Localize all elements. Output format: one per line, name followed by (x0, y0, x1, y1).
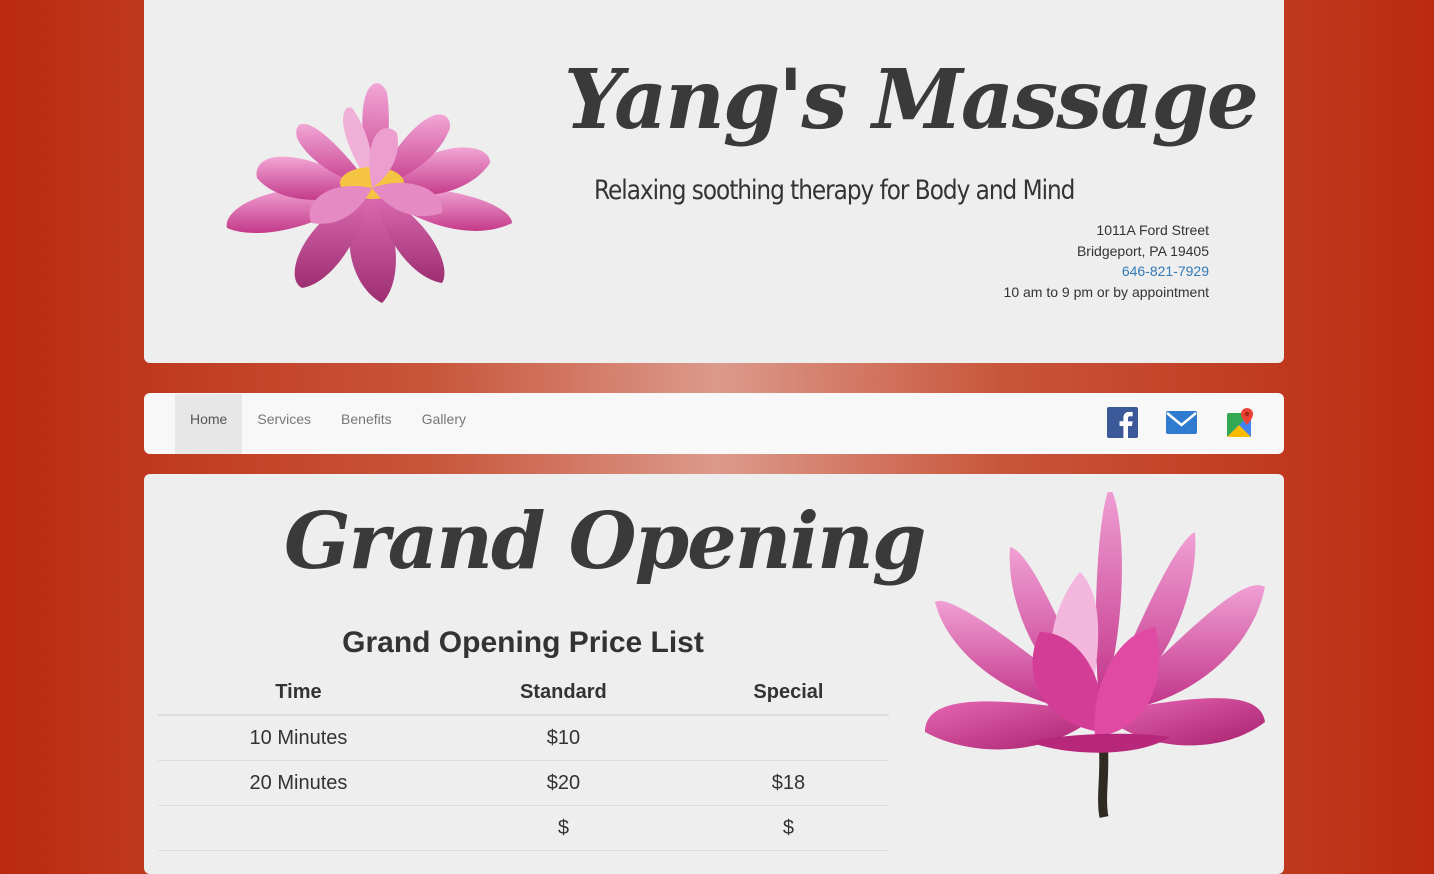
nav-item-home[interactable]: Home (175, 394, 243, 454)
email-icon[interactable] (1166, 407, 1197, 438)
lotus-logo-image (226, 83, 512, 303)
header-panel: Yang's Massage Relaxing soothing therapy… (144, 0, 1284, 363)
column-header: Time (158, 670, 439, 716)
site-title: Yang's Massage (564, 52, 1259, 148)
nav-item-benefits[interactable]: Benefits (326, 394, 407, 454)
table-row: 10 Minutes $10 (158, 715, 889, 761)
address-line2: Bridgeport, PA 19405 (1076, 242, 1209, 259)
table-cell (158, 805, 439, 851)
grand-opening-title: Grand Opening (284, 496, 926, 587)
table-row: $ $ (158, 805, 889, 851)
google-maps-icon[interactable] (1225, 407, 1256, 438)
social-links (1107, 407, 1256, 438)
address-line1: 1011A Ford Street (1096, 222, 1209, 238)
contact-info: 1011A Ford Street Bridgeport, PA 19405 6… (1004, 220, 1209, 302)
nav-item-services[interactable]: Services (242, 394, 326, 454)
table-header-row: Time Standard Special (158, 670, 889, 716)
table-cell: 20 Minutes (158, 760, 439, 806)
business-hours: 10 am to 9 pm or by appointment (1003, 283, 1209, 300)
table-cell (687, 715, 889, 761)
table-cell: 10 Minutes (158, 715, 439, 761)
facebook-icon[interactable] (1107, 407, 1138, 438)
column-header: Standard (438, 670, 688, 716)
table-row: 20 Minutes $20 $18 (158, 760, 889, 806)
table-cell: $18 (687, 760, 889, 806)
price-table: Time Standard Special 10 Minutes $10 20 … (158, 670, 889, 851)
nav-item-gallery[interactable]: Gallery (407, 394, 481, 454)
lotus-flower-image (925, 492, 1265, 818)
navbar: Home Services Benefits Gallery (144, 393, 1284, 454)
table-cell: $20 (438, 760, 688, 806)
column-header: Special (687, 670, 889, 716)
tagline: Relaxing soothing therapy for Body and M… (594, 175, 1075, 206)
phone-link[interactable]: 646-821-7929 (1122, 263, 1209, 279)
table-cell: $10 (438, 715, 688, 761)
table-cell: $ (438, 805, 688, 851)
content-panel: Grand Opening Grand Opening Price List T… (144, 474, 1284, 874)
price-list-heading: Grand Opening Price List (342, 626, 704, 659)
table-cell: $ (687, 805, 889, 851)
nav-menu: Home Services Benefits Gallery (175, 393, 481, 454)
